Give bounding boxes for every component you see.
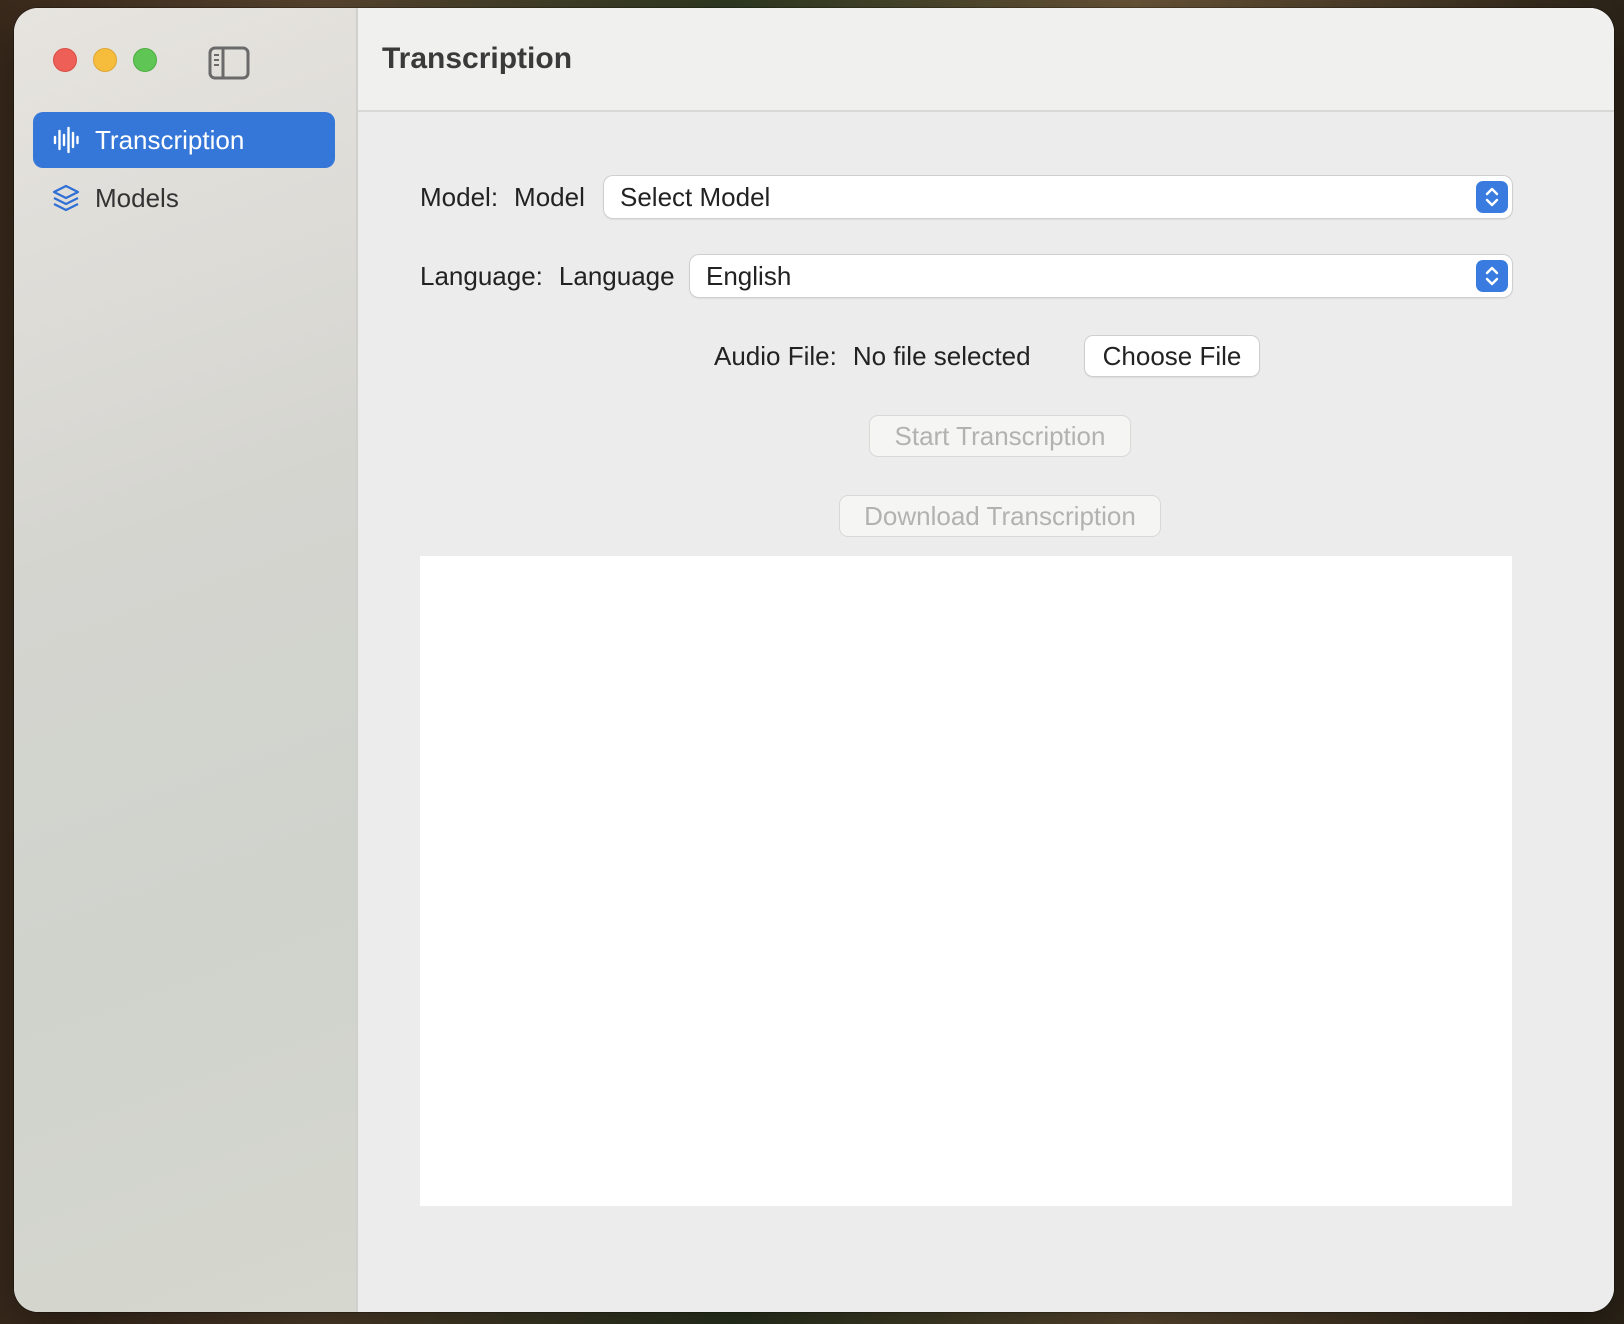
sidebar-toggle-icon[interactable] [208,46,250,80]
model-select-value: Select Model [620,181,771,212]
model-row: Model: Model [420,176,585,218]
audio-file-row: Audio File: No file selected [714,335,1031,377]
language-inner-label: Language [558,260,675,291]
toolbar: Transcription [358,8,1614,112]
sidebar: Transcription Models [14,8,358,1312]
start-transcription-button[interactable]: Start Transcription [870,416,1130,456]
language-label: Language: [420,260,543,291]
zoom-button[interactable] [133,48,157,72]
sidebar-item-transcription[interactable]: Transcription [33,112,335,168]
language-select-value: English [706,260,792,291]
chevron-up-down-icon [1476,260,1508,292]
sidebar-item-label: Models [95,182,179,213]
model-label: Model: [420,181,499,212]
choose-file-button[interactable]: Choose File [1085,336,1259,376]
waveform-icon [51,125,81,155]
minimize-button[interactable] [93,48,117,72]
transcript-output[interactable] [420,556,1512,1206]
chevron-up-down-icon [1476,181,1508,213]
audio-file-value: No file selected [852,340,1031,371]
language-row: Language: Language [420,255,675,297]
layers-icon [51,183,81,213]
download-transcription-button[interactable]: Download Transcription [840,496,1160,536]
model-select[interactable]: Select Model [604,176,1512,218]
sidebar-item-label: Transcription [95,124,245,155]
main-content: Transcription Model: Model Select Model … [358,8,1614,1312]
app-window: Transcription Models Transcription Model… [14,8,1614,1312]
sidebar-nav: Transcription Models [33,112,335,228]
close-button[interactable] [53,48,77,72]
window-controls [53,48,157,72]
sidebar-item-models[interactable]: Models [33,170,335,226]
page-title: Transcription [382,42,573,75]
language-select[interactable]: English [690,255,1512,297]
model-inner-label: Model [514,181,585,212]
audio-file-label: Audio File: [714,340,837,371]
